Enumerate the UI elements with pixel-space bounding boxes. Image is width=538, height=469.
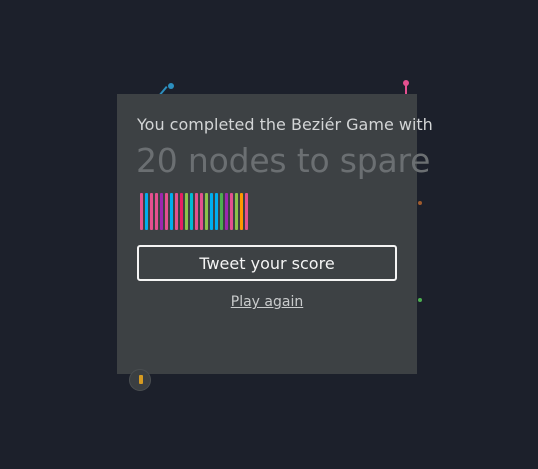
curve-start-node[interactable] — [129, 369, 151, 391]
spare-node-stripe — [180, 193, 183, 230]
spare-node-stripe — [200, 193, 203, 230]
spare-node-stripe — [140, 193, 143, 230]
spare-node-stripe — [195, 193, 198, 230]
nodes-remaining-headline: 20 nodes to spare — [136, 141, 431, 180]
score-modal: You completed the Beziér Game with 20 no… — [117, 94, 433, 374]
spare-node-stripe — [190, 193, 193, 230]
spare-node-stripe — [160, 193, 163, 230]
spare-node-stripe — [215, 193, 218, 230]
spare-node-stripe — [175, 193, 178, 230]
spare-node-stripe — [225, 193, 228, 230]
spare-node-stripe — [155, 193, 158, 230]
game-stage: You completed the Beziér Game with 20 no… — [0, 0, 538, 469]
curve-handle-point[interactable] — [418, 298, 422, 302]
spare-nodes-bar — [140, 193, 248, 230]
spare-node-stripe — [220, 193, 223, 230]
spare-node-stripe — [185, 193, 188, 230]
spare-node-stripe — [145, 193, 148, 230]
curve-handle-point[interactable] — [168, 83, 174, 89]
spare-node-stripe — [245, 193, 248, 230]
curve-handle-point[interactable] — [418, 201, 422, 205]
spare-node-stripe — [240, 193, 243, 230]
curve-handle-point[interactable] — [403, 80, 409, 86]
node-marker-icon — [139, 375, 143, 384]
completion-message: You completed the Beziér Game with — [137, 115, 433, 134]
spare-node-stripe — [205, 193, 208, 230]
spare-node-stripe — [235, 193, 238, 230]
play-again-link[interactable]: Play again — [117, 294, 417, 310]
spare-node-stripe — [230, 193, 233, 230]
spare-node-stripe — [165, 193, 168, 230]
spare-node-stripe — [170, 193, 173, 230]
spare-node-stripe — [150, 193, 153, 230]
spare-node-stripe — [210, 193, 213, 230]
tweet-score-button[interactable]: Tweet your score — [137, 245, 397, 281]
